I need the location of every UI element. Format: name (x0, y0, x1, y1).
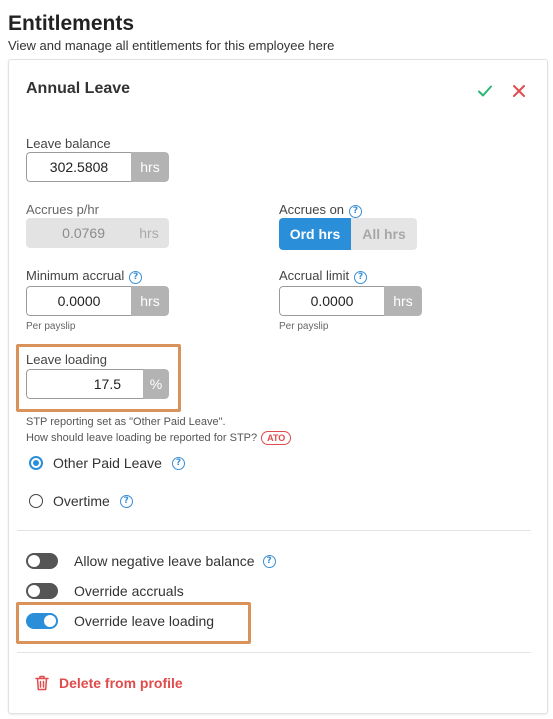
leave-balance-label: Leave balance (26, 136, 111, 151)
accrual-limit-field[interactable]: 0.0000 hrs (279, 286, 422, 316)
trash-icon (35, 675, 49, 691)
minimum-accrual-label-text: Minimum accrual (26, 268, 125, 283)
delete-label: Delete from profile (59, 675, 183, 691)
help-icon[interactable]: ? (119, 494, 133, 508)
leave-balance-field[interactable]: 302.5808 hrs (26, 152, 169, 182)
toggle-override-leave-loading-label: Override leave loading (74, 613, 215, 629)
stp-question: How should leave loading be reported for… (26, 431, 292, 445)
radio-overtime-label: Overtime (53, 493, 110, 509)
accrues-per-hr-input: 0.0769 (26, 218, 129, 248)
stp-question-text: How should leave loading be reported for… (26, 432, 258, 444)
card-title: Annual Leave (26, 80, 131, 97)
toggle-allow-negative[interactable]: Allow negative leave balance ? (26, 553, 276, 569)
check-icon[interactable] (476, 82, 494, 100)
minimum-accrual-unit: hrs (131, 286, 169, 316)
minimum-accrual-label: Minimum accrual? (26, 268, 143, 284)
annual-leave-card: Annual Leave Leave balance 302.5808 hrs … (8, 59, 548, 714)
leave-loading-field[interactable]: 17.5 % (26, 369, 169, 399)
help-icon[interactable]: ? (262, 554, 276, 568)
delete-from-profile-button[interactable]: Delete from profile (35, 675, 183, 691)
page-title: Entitlements (8, 12, 135, 35)
accrual-limit-input[interactable]: 0.0000 (279, 286, 384, 316)
accrues-on-option-ord[interactable]: Ord hrs (279, 218, 351, 250)
leave-balance-unit: hrs (131, 152, 169, 182)
accrues-on-label-text: Accrues on (279, 202, 345, 217)
toggle-override-accruals[interactable]: Override accruals (26, 583, 184, 599)
divider (17, 652, 531, 653)
radio-button-checked[interactable] (29, 456, 43, 470)
leave-balance-input[interactable]: 302.5808 (26, 152, 131, 182)
leave-loading-label: Leave loading (26, 352, 107, 367)
accrues-per-hr-unit: hrs (129, 218, 169, 248)
radio-button[interactable] (29, 494, 43, 508)
minimum-accrual-note: Per payslip (26, 321, 76, 332)
toggle-override-accruals-label: Override accruals (74, 583, 184, 599)
page-subtitle: View and manage all entitlements for thi… (8, 38, 335, 53)
divider (17, 530, 531, 531)
leave-loading-unit: % (143, 369, 169, 399)
accrual-limit-note: Per payslip (279, 321, 329, 332)
radio-other-paid-leave-label: Other Paid Leave (53, 455, 162, 471)
minimum-accrual-field[interactable]: 0.0000 hrs (26, 286, 169, 316)
help-icon[interactable]: ? (129, 271, 143, 284)
accrues-per-hr-field: 0.0769 hrs (26, 218, 169, 248)
accrues-on-toggle[interactable]: Ord hrs All hrs (279, 218, 417, 250)
close-icon[interactable] (510, 82, 528, 100)
minimum-accrual-input[interactable]: 0.0000 (26, 286, 131, 316)
help-icon[interactable]: ? (354, 271, 368, 284)
radio-overtime[interactable]: Overtime ? (29, 493, 133, 509)
toggle-switch[interactable] (26, 583, 58, 599)
toggle-switch[interactable] (26, 553, 58, 569)
accrues-per-hr-label: Accrues p/hr (26, 202, 99, 217)
help-icon[interactable]: ? (349, 205, 363, 218)
leave-loading-input[interactable]: 17.5 (26, 369, 143, 399)
accrual-limit-label: Accrual limit? (279, 268, 368, 284)
toggle-allow-negative-label: Allow negative leave balance (74, 553, 255, 569)
accrual-limit-label-text: Accrual limit (279, 268, 350, 283)
toggle-switch-on[interactable] (26, 613, 58, 629)
help-icon[interactable]: ? (171, 456, 185, 470)
radio-other-paid-leave[interactable]: Other Paid Leave ? (29, 455, 185, 471)
ato-badge: ATO (261, 431, 292, 445)
stp-reporting-note: STP reporting set as "Other Paid Leave". (26, 416, 226, 428)
accrues-on-option-all[interactable]: All hrs (351, 218, 417, 250)
accrual-limit-unit: hrs (384, 286, 422, 316)
toggle-override-leave-loading[interactable]: Override leave loading (26, 613, 214, 629)
accrues-on-label: Accrues on? (279, 202, 363, 218)
